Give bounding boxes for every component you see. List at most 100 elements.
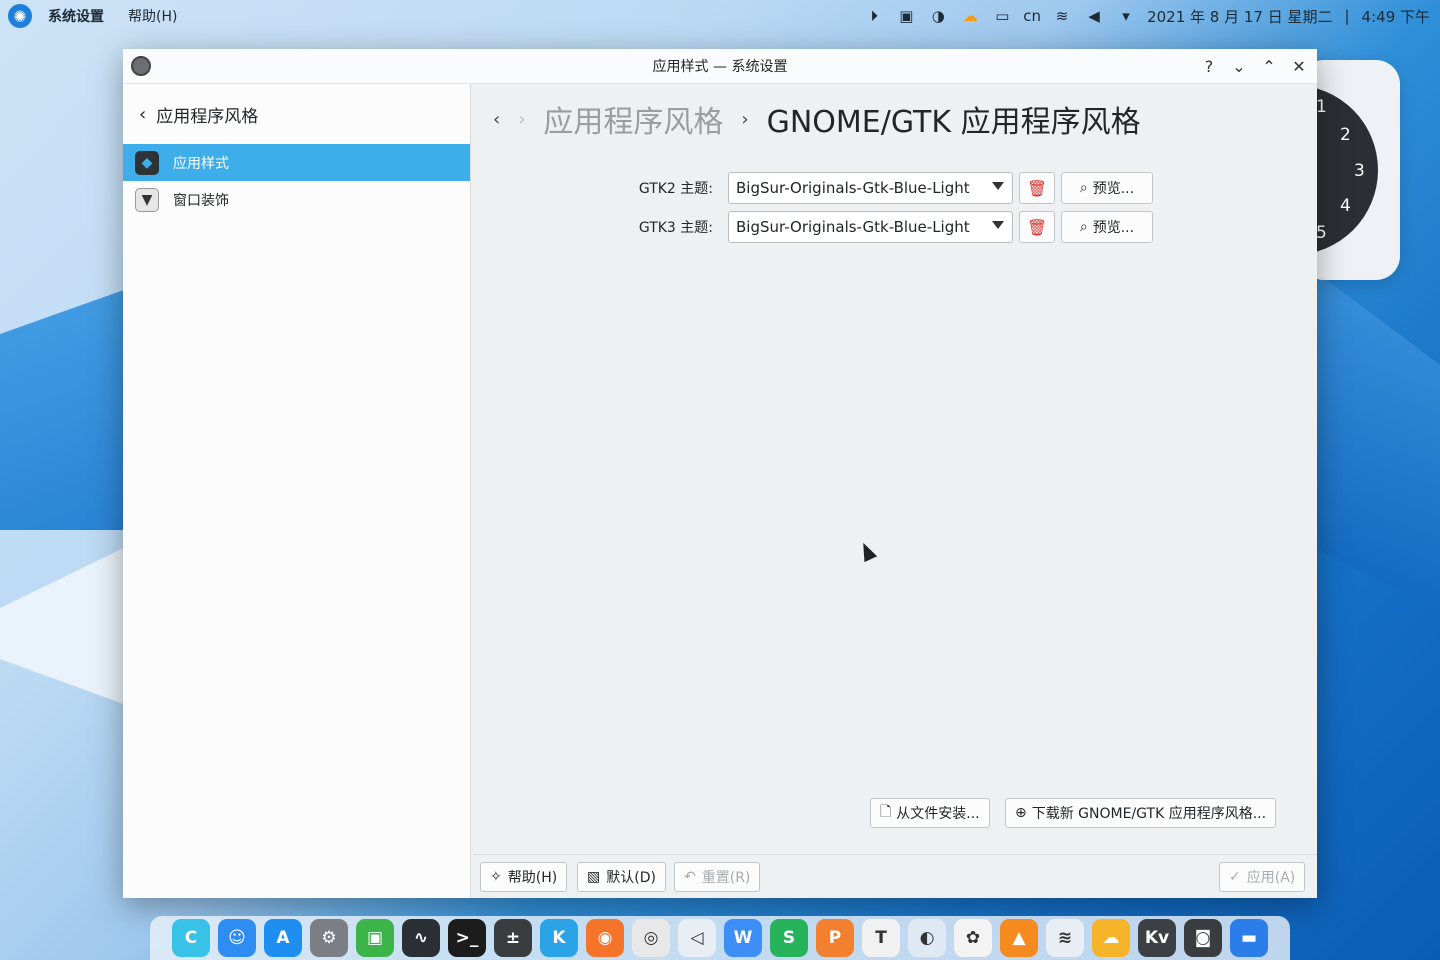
active-app-name[interactable]: 系统设置 [48,6,104,26]
clock-number: 1 [1316,97,1327,117]
wps-presentation-icon[interactable]: P [816,919,854,957]
settings-window: 应用样式 — 系统设置 ? ⌄ ⌃ ✕ ‹ 应用程序风格 ◆ 应用样式 ▼ 窗口… [123,49,1317,898]
window-titlebar[interactable]: 应用样式 — 系统设置 ? ⌄ ⌃ ✕ [123,49,1317,84]
apply-label: 应用(A) [1246,870,1296,886]
wifi-icon[interactable]: ≋ [1051,5,1073,27]
gtk3-delete-button[interactable]: 🗑 [1019,211,1055,243]
preview-icon: ⌕ [1079,180,1088,196]
gtk3-preview-button[interactable]: ⌕ 预览... [1061,211,1153,243]
typora-icon[interactable]: T [862,919,900,957]
chrome-icon[interactable]: ◎ [632,919,670,957]
preview-icon: ⌕ [1079,219,1088,235]
sidebar-header: ‹ 应用程序风格 [123,84,470,144]
volume-icon[interactable]: ◀ [1083,5,1105,27]
close-button[interactable]: ✕ [1289,57,1309,77]
trash-icon: 🗑 [1026,217,1048,237]
kvantum-icon[interactable]: Kv [1138,919,1176,957]
tuxedo-icon: ▼ [135,187,159,212]
sidebar-item-label: 窗口装饰 [173,192,229,209]
install-from-file-button[interactable]: 🗋 从文件安装... [870,798,990,828]
nav-back-button[interactable]: ‹ [493,109,500,130]
wps-sheets-icon[interactable]: S [770,919,808,957]
defaults-button[interactable]: ▧ 默认(D) [577,862,666,892]
checkmark-icon: ✓ [1229,869,1241,885]
gtk3-theme-select[interactable]: BigSur-Originals-Gtk-Blue-Light [728,211,1013,243]
top-panel: ✺ 系统设置 帮助(H) ⏵ ▣ ◑ ☁ ▭ cn ≋ ◀ ▾ 2021 年 8… [0,0,1440,32]
kite-icon[interactable]: ≋ [1046,919,1084,957]
maximize-button[interactable]: ⌃ [1259,57,1279,77]
download-new-styles-button[interactable]: ⊕ 下载新 GNOME/GTK 应用程序风格... [1005,798,1277,828]
time-display[interactable]: 4:49 下午 [1362,6,1430,27]
firefox-icon[interactable]: ◉ [586,919,624,957]
sidebar: ‹ 应用程序风格 ◆ 应用样式 ▼ 窗口装饰 [123,84,471,898]
file-install-icon: 🗋 [880,804,892,820]
breadcrumb: ‹ › 应用程序风格 › GNOME/GTK 应用程序风格 [473,84,1317,154]
battery-icon[interactable]: ▭ [991,5,1013,27]
color-picker-icon[interactable]: ◑ [927,5,949,27]
clock-number: 4 [1340,196,1351,216]
screenshot-tray-icon[interactable]: ▣ [895,5,917,27]
reset-button[interactable]: ↶ 重置(R) [674,862,761,892]
reset-label: 重置(R) [701,870,751,886]
preview-icon[interactable]: ◐ [908,919,946,957]
wallpaper-shape [1300,260,1440,610]
system-tray: ⏵ ▣ ◑ ☁ ▭ cn ≋ ◀ ▾ 2021 年 8 月 17 日 星期二 |… [863,0,1430,32]
input-method-indicator[interactable]: cn [1023,7,1041,25]
gtk2-delete-button[interactable]: 🗑 [1019,172,1055,204]
breadcrumb-separator: › [741,108,749,130]
media-play-icon[interactable]: ⏵ [863,5,885,27]
finder-icon[interactable]: ☺ [218,919,256,957]
date-display[interactable]: 2021 年 8 月 17 日 星期二 [1147,6,1332,27]
files-icon[interactable]: ▬ [1230,919,1268,957]
gtk2-theme-row: GTK2 主题: BigSur-Originals-Gtk-Blue-Light… [633,172,1153,204]
install-from-file-label: 从文件安装... [896,806,980,822]
download-icon: ⊕ [1015,805,1027,821]
defaults-label: 默认(D) [606,870,656,886]
trash-icon: 🗑 [1026,178,1048,198]
cloud-drive-icon[interactable]: ☁ [1092,919,1130,957]
footer-help-label: 帮助(H) [507,870,558,886]
terminal-icon[interactable]: >_ [448,919,486,957]
screenshot-icon[interactable]: ◙ [1184,919,1222,957]
footer-help-button[interactable]: ✧ 帮助(H) [480,862,568,892]
vscode-icon[interactable]: ◁ [678,919,716,957]
tray-expand-icon[interactable]: ▾ [1115,5,1137,27]
vlc-icon[interactable]: ▲ [1000,919,1038,957]
kdeconnect-icon[interactable]: K [540,919,578,957]
undo-icon: ↶ [684,869,696,885]
help-button[interactable]: ? [1199,57,1219,77]
cube-icon: ◆ [135,150,159,175]
sidebar-item-label: 应用样式 [173,155,229,172]
wps-writer-icon[interactable]: W [724,919,762,957]
help-icon: ✧ [490,869,502,885]
cloud-sync-icon[interactable]: ☁ [959,5,981,27]
launcher-icon[interactable]: C [172,919,210,957]
sidebar-title: 应用程序风格 [156,106,259,127]
window-app-icon[interactable] [131,56,151,76]
sidebar-item-application-style[interactable]: ◆ 应用样式 [123,144,470,181]
gtk2-theme-value: BigSur-Originals-Gtk-Blue-Light [736,179,970,197]
footer-bar: ✧ 帮助(H) ▧ 默认(D) ↶ 重置(R) ✓ 应用(A) [473,854,1317,898]
app-store-icon[interactable]: A [264,919,302,957]
gtk2-preview-button[interactable]: ⌕ 预览... [1061,172,1153,204]
nav-forward-button[interactable]: › [518,109,525,130]
task-manager-icon[interactable]: ▣ [356,919,394,957]
system-monitor-icon[interactable]: ∿ [402,919,440,957]
clock-number: 2 [1340,125,1351,145]
help-menu[interactable]: 帮助(H) [128,6,177,26]
download-new-label: 下载新 GNOME/GTK 应用程序风格... [1031,806,1267,822]
app-launcher-icon[interactable]: ✺ [8,4,32,28]
window-title: 应用样式 — 系统设置 [652,59,788,75]
photos-icon[interactable]: ✿ [954,919,992,957]
minimize-button[interactable]: ⌄ [1229,57,1249,77]
gtk2-theme-select[interactable]: BigSur-Originals-Gtk-Blue-Light [728,172,1013,204]
sidebar-back-button[interactable]: ‹ [139,104,146,125]
apply-button[interactable]: ✓ 应用(A) [1219,862,1306,892]
defaults-icon: ▧ [587,869,601,885]
sidebar-item-window-decorations[interactable]: ▼ 窗口装饰 [123,181,470,218]
system-settings-icon[interactable]: ⚙ [310,919,348,957]
preview-label: 预览... [1092,220,1135,236]
breadcrumb-previous[interactable]: 应用程序风格 [543,97,723,141]
wallpaper-shape [0,540,140,710]
calculator-icon[interactable]: ± [494,919,532,957]
